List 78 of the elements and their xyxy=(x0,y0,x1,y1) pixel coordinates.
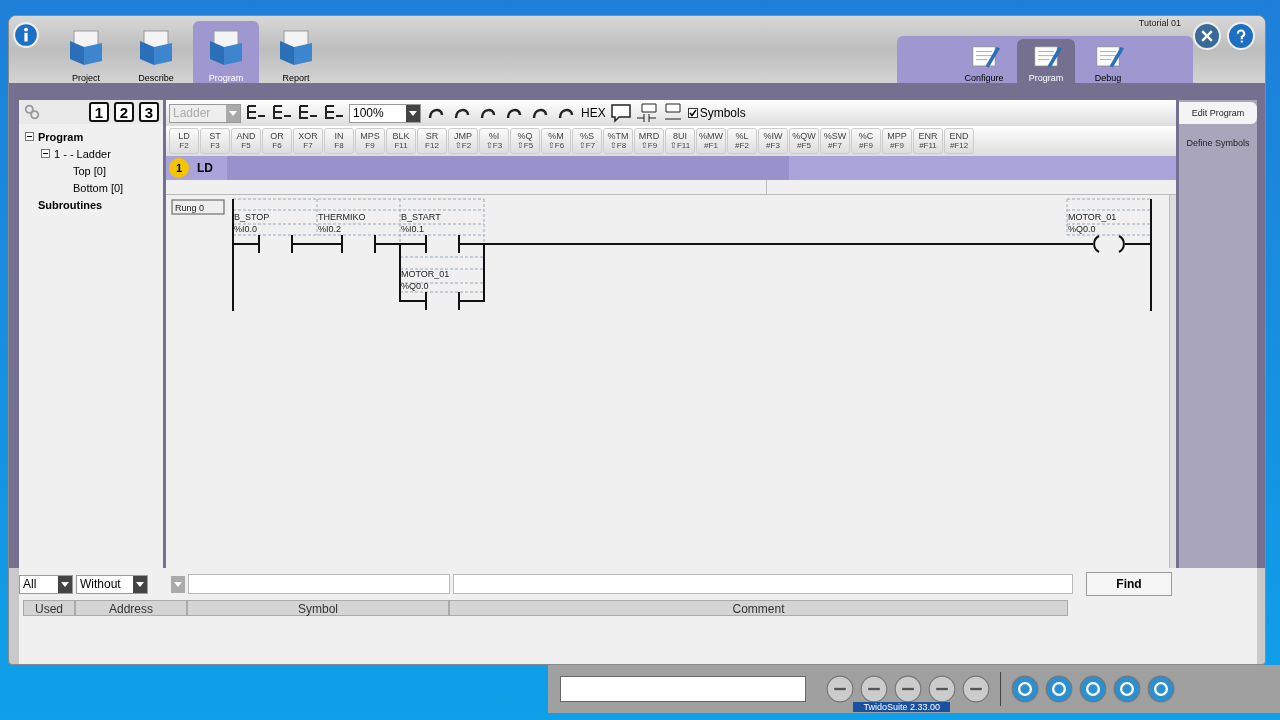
command-field[interactable] xyxy=(560,676,806,702)
symbols-checkbox[interactable] xyxy=(687,108,698,118)
column-header[interactable]: Used xyxy=(23,600,75,616)
info-icon[interactable] xyxy=(13,22,39,48)
instruction-button[interactable]: %IW #F3 xyxy=(758,128,788,154)
instruction-button[interactable]: %Q ⇧F5 xyxy=(510,128,540,154)
sub-tab[interactable]: Debug xyxy=(1079,39,1137,83)
instruction-button[interactable]: %C #F9 xyxy=(851,128,881,154)
help-icon[interactable] xyxy=(1227,22,1255,50)
version-label: TwidoSuite 2.33.00 xyxy=(853,702,950,712)
instruction-button[interactable]: AND F5 xyxy=(231,128,261,154)
sub-tab[interactable]: Program xyxy=(1017,39,1075,83)
rung-label: Rung 0 xyxy=(171,199,225,215)
column-header[interactable]: Address xyxy=(75,600,187,616)
tree-item[interactable]: Program xyxy=(38,130,84,143)
tree-item[interactable]: Subroutines xyxy=(38,198,103,211)
instruction-button[interactable]: %QW #F5 xyxy=(789,128,819,154)
side-tab[interactable]: Define Symbols xyxy=(1179,132,1257,154)
zoom-dropdown[interactable]: 100% xyxy=(349,103,421,123)
contact-address: %I0.2 xyxy=(318,224,341,234)
instruction-button[interactable]: MPS F9 xyxy=(355,128,385,154)
comment-filter-dropdown[interactable]: Without xyxy=(76,574,148,594)
instruction-button[interactable]: IN F8 xyxy=(324,128,354,154)
comment-icon[interactable] xyxy=(609,103,632,123)
view-button[interactable]: 2 xyxy=(114,102,134,122)
instruction-button[interactable]: %MW #F1 xyxy=(696,128,726,154)
column-header[interactable]: Comment xyxy=(449,600,1068,616)
instruction-button[interactable]: END #F12 xyxy=(944,128,974,154)
contact-symbol: B_STOP xyxy=(234,212,270,222)
window-title: Tutorial 01 xyxy=(1138,18,1181,28)
section-label: LD xyxy=(197,161,214,175)
collapse-icon[interactable] xyxy=(41,149,50,158)
collapse-icon[interactable] xyxy=(25,132,34,141)
coil-address: %Q0.0 xyxy=(1068,224,1096,234)
instruction-button[interactable]: MRD ⇧F9 xyxy=(634,128,664,154)
instruction-button[interactable]: MPP #F9 xyxy=(882,128,912,154)
instruction-button[interactable]: LD F2 xyxy=(169,128,199,154)
instruction-button[interactable]: %M ⇧F6 xyxy=(541,128,571,154)
column-header[interactable]: Symbol xyxy=(187,600,449,616)
instruction-button[interactable]: OR F6 xyxy=(262,128,292,154)
instruction-button[interactable]: BLK F11 xyxy=(386,128,416,154)
contact-symbol: B_START xyxy=(401,212,441,222)
contact-symbol: MOTOR_01 xyxy=(401,269,450,279)
coil-symbol: MOTOR_01 xyxy=(1068,212,1117,222)
instruction-button[interactable]: %TM ⇧F8 xyxy=(603,128,633,154)
section-number: 1 xyxy=(169,158,189,178)
instruction-button[interactable]: JMP ⇧F2 xyxy=(448,128,478,154)
view-button[interactable]: 3 xyxy=(139,102,159,122)
instruction-button[interactable]: ST F3 xyxy=(200,128,230,154)
main-tab[interactable]: Report xyxy=(263,21,329,83)
instruction-button[interactable]: ENR #F11 xyxy=(913,128,943,154)
instruction-button[interactable]: SR F12 xyxy=(417,128,447,154)
hex-button[interactable]: HEX xyxy=(581,106,606,120)
vertical-scrollbar[interactable] xyxy=(1169,195,1176,568)
find-button[interactable]: Find xyxy=(1086,572,1172,596)
contact-address: %I0.0 xyxy=(234,224,257,234)
instruction-button[interactable]: XOR F7 xyxy=(293,128,323,154)
symbol-search-field[interactable] xyxy=(188,574,450,594)
tree-item[interactable]: Bottom [0] xyxy=(73,181,124,194)
instruction-button[interactable]: %I ⇧F3 xyxy=(479,128,509,154)
instruction-button[interactable]: 8UI ⇧F11 xyxy=(665,128,695,154)
tree-item[interactable]: Top [0] xyxy=(73,164,107,177)
instruction-button[interactable]: %S ⇧F7 xyxy=(572,128,602,154)
scope-dropdown[interactable]: All xyxy=(19,574,73,594)
view-button[interactable]: 1 xyxy=(89,102,109,122)
comment-search-field[interactable] xyxy=(453,574,1073,594)
side-tab[interactable]: Edit Program xyxy=(1179,102,1257,124)
contact-address: %Q0.0 xyxy=(401,281,429,291)
tree-item[interactable]: 1 - - Ladder xyxy=(54,147,111,160)
main-tab[interactable]: Describe xyxy=(123,21,189,83)
contact-comment-icon[interactable] xyxy=(635,103,658,123)
instruction-button[interactable]: %SW #F7 xyxy=(820,128,850,154)
contact-address: %I0.1 xyxy=(401,224,424,234)
instruction-button[interactable]: %L #F2 xyxy=(727,128,757,154)
main-tab[interactable]: Project xyxy=(53,21,119,83)
checkbox-label[interactable]: Symbols xyxy=(699,106,746,120)
sub-tab[interactable]: Configure xyxy=(955,39,1013,83)
contact-symbol: THERMIKO xyxy=(318,212,366,222)
